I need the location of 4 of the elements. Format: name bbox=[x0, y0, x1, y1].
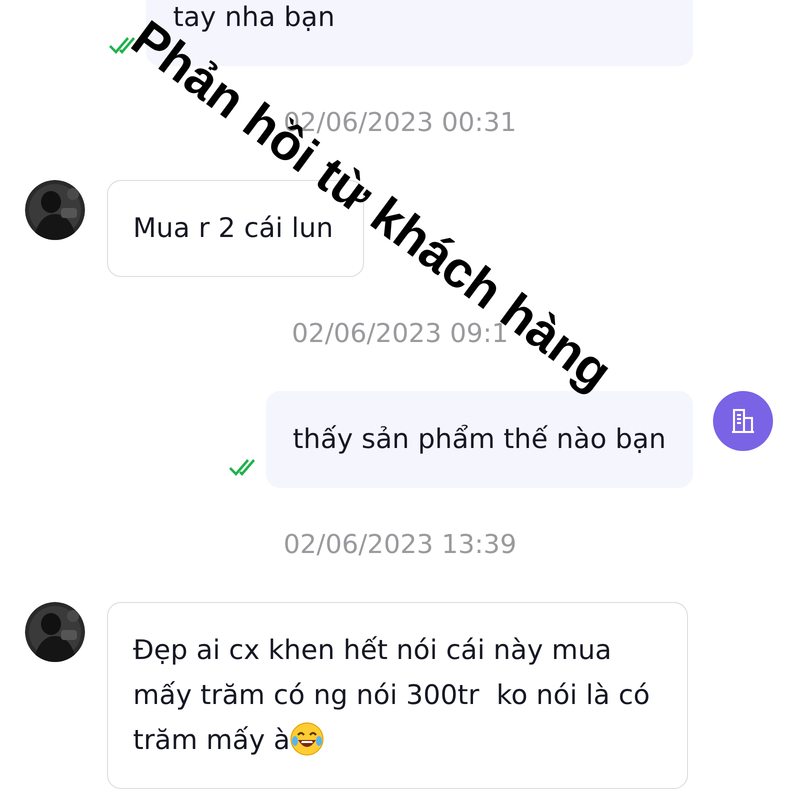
message-text: Mua r 2 cái lun bbox=[133, 213, 334, 244]
building-icon bbox=[730, 408, 756, 434]
message-text: Đẹp ai cx khen hết nói cái này mua mấy trăm có ng nói 300tr ko nói là có trăm mấy à bbox=[133, 635, 651, 756]
timestamp: 02/06/2023 13:39 bbox=[283, 530, 517, 560]
